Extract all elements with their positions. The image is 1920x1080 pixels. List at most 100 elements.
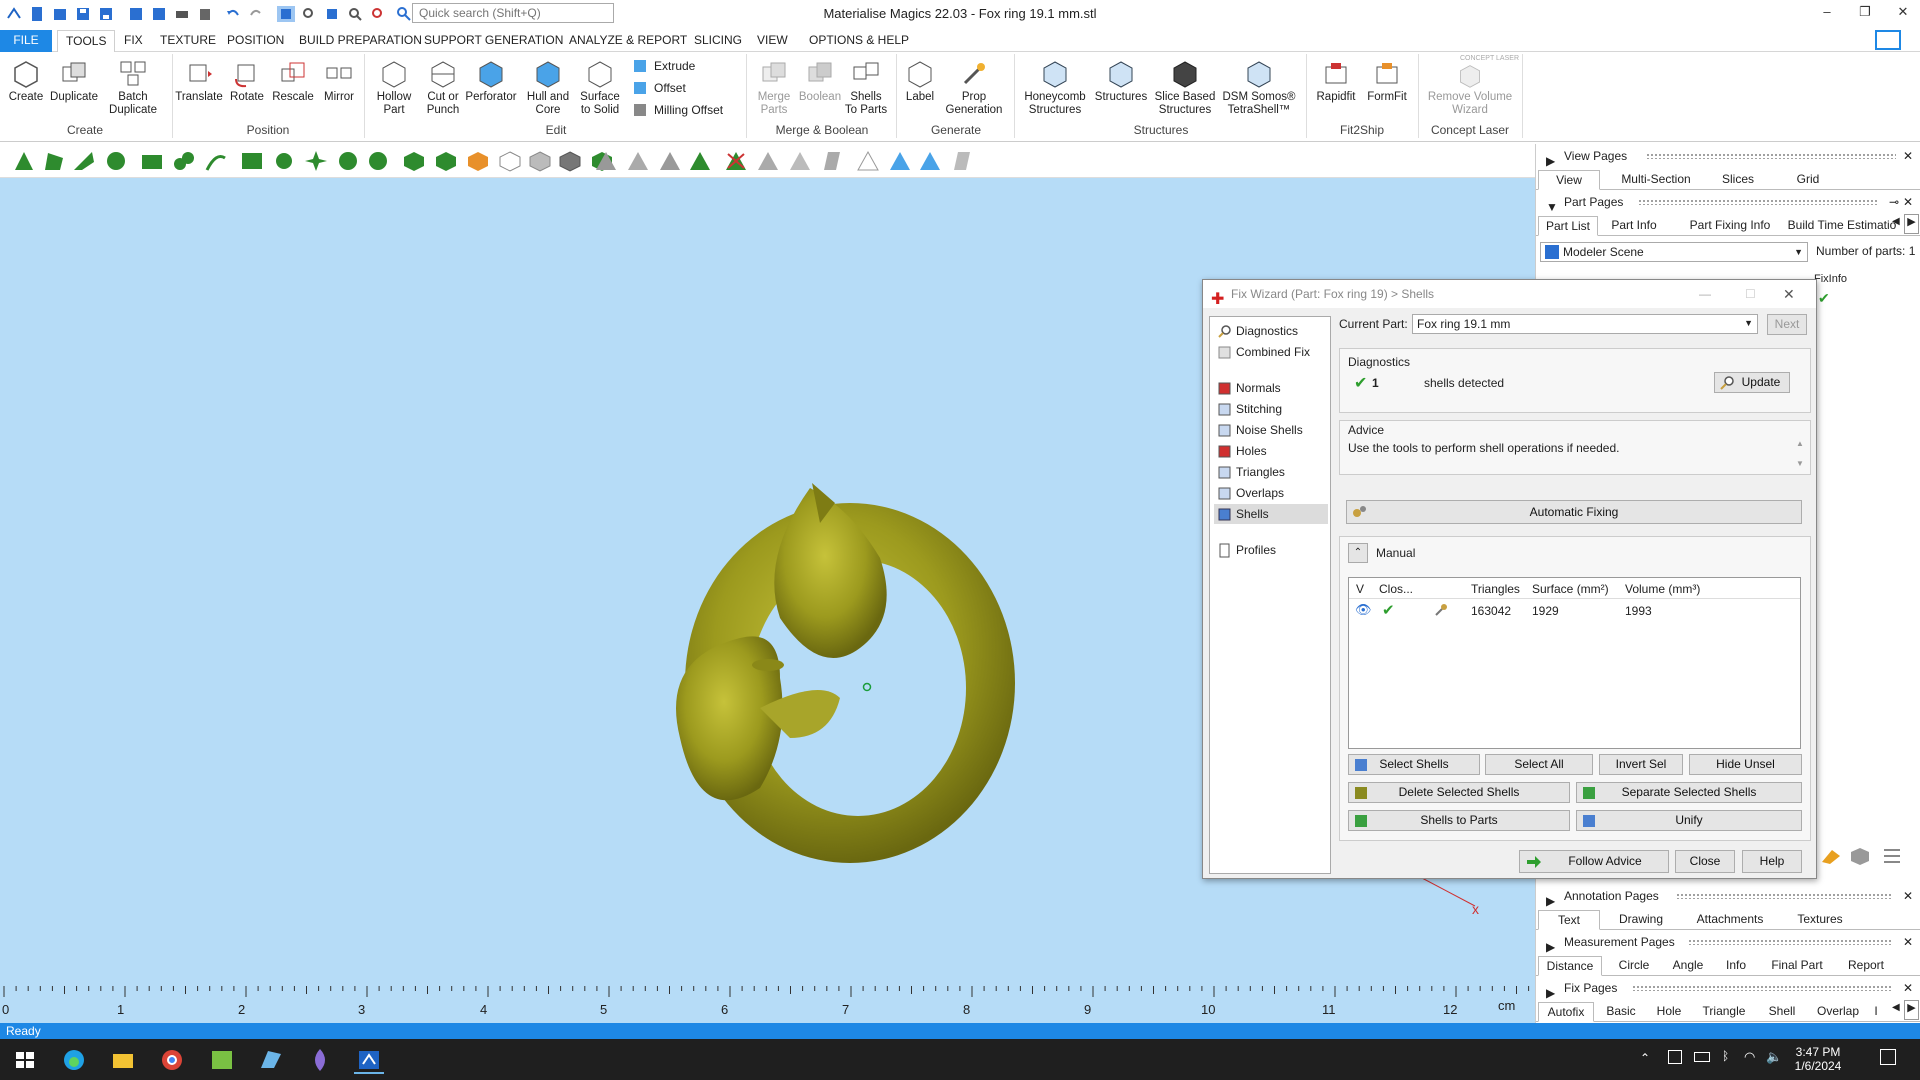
help-button[interactable]: Help: [1742, 850, 1802, 873]
annotation-pages-header[interactable]: ▶ Annotation Pages ✕: [1536, 886, 1920, 908]
parts-icon[interactable]: [1849, 846, 1871, 866]
label-button[interactable]: Label: [900, 56, 940, 104]
tab-scroll-right-icon[interactable]: ▶: [1904, 1000, 1919, 1020]
close-button[interactable]: Close: [1675, 850, 1735, 873]
translate-button[interactable]: Translate: [174, 56, 224, 104]
hide-unsel-button[interactable]: Hide Unsel: [1689, 754, 1802, 775]
mark-ball-icon[interactable]: [366, 150, 390, 172]
tab-scroll-left-icon[interactable]: ◀: [1892, 216, 1900, 227]
tab-shell[interactable]: Shell: [1756, 1002, 1808, 1022]
tab-options-help[interactable]: OPTIONS & HELP: [807, 33, 911, 47]
magics-taskbar-icon[interactable]: [354, 1046, 384, 1074]
separate-selected-shells-button[interactable]: Separate Selected Shells: [1576, 782, 1802, 803]
column-header-closed[interactable]: Clos...: [1379, 582, 1413, 596]
tab-basic[interactable]: Basic: [1596, 1002, 1646, 1022]
select-parts-icon[interactable]: [434, 150, 458, 172]
current-part-select[interactable]: Fox ring 19.1 mm ▼: [1412, 314, 1758, 334]
honeycomb-structures-button[interactable]: Honeycomb Structures: [1020, 56, 1090, 117]
rapidfit-button[interactable]: Rapidfit: [1310, 56, 1362, 104]
slice-based-structures-button[interactable]: Slice Based Structures: [1152, 56, 1218, 117]
mark-surface-icon[interactable]: [72, 150, 96, 172]
tab-tools[interactable]: TOOLS: [57, 30, 116, 53]
windows-start-icon[interactable]: [10, 1046, 40, 1074]
tab-slices[interactable]: Slices: [1708, 170, 1768, 190]
column-header-surface[interactable]: Surface (mm²): [1532, 582, 1609, 596]
tab-textures[interactable]: Textures: [1782, 910, 1858, 930]
mark-triangle-icon[interactable]: [12, 150, 36, 172]
tab-grid[interactable]: Grid: [1768, 170, 1848, 190]
tab-angle[interactable]: Angle: [1662, 956, 1714, 976]
app-flame-icon[interactable]: [305, 1046, 335, 1074]
dialog-close-button[interactable]: ✕: [1783, 280, 1795, 308]
mark-lasso-icon[interactable]: [204, 150, 228, 172]
create-button[interactable]: Create: [6, 56, 46, 104]
tab-fix[interactable]: FIX: [122, 33, 145, 47]
remove-volume-wizard-button[interactable]: Remove Volume Wizard: [1424, 60, 1516, 117]
mark-sphere-icon[interactable]: [336, 150, 360, 172]
rescale-button[interactable]: Rescale: [270, 56, 316, 104]
merge-parts-button[interactable]: Merge Parts: [750, 56, 798, 117]
tab-texture[interactable]: TEXTURE: [158, 33, 218, 47]
dialog-minimize-button[interactable]: —: [1699, 280, 1711, 308]
layout-icon[interactable]: [1875, 30, 1901, 50]
column-header-volume[interactable]: Volume (mm³): [1625, 582, 1700, 596]
perforator-button[interactable]: Perforator: [464, 56, 518, 104]
shells-to-parts-button[interactable]: Shells to Parts: [1348, 810, 1570, 831]
tab-build-time[interactable]: Build Time Estimatio: [1780, 216, 1904, 236]
hull-and-core-button[interactable]: Hull and Core: [522, 56, 574, 117]
delete-selected-shells-button[interactable]: Delete Selected Shells: [1348, 782, 1570, 803]
volume-icon[interactable]: 🔈: [1766, 1049, 1782, 1065]
mark-window-icon[interactable]: [140, 150, 164, 172]
shells-to-parts-ribbon-button[interactable]: Shells To Parts: [842, 56, 890, 117]
mark-overlaps-icon[interactable]: [788, 150, 812, 172]
measurement-pages-header[interactable]: ▶ Measurement Pages ✕: [1536, 932, 1920, 954]
nav-combined-fix[interactable]: Combined Fix: [1214, 342, 1328, 362]
next-button[interactable]: Next: [1767, 314, 1807, 335]
prop-generation-button[interactable]: Prop Generation: [944, 56, 1004, 117]
milling-offset-button[interactable]: Milling Offset: [632, 102, 723, 118]
mark-all-triangles-icon[interactable]: [688, 150, 712, 172]
column-header-v[interactable]: V: [1356, 582, 1364, 596]
clock[interactable]: 3:47 PM 1/6/2024: [1788, 1045, 1848, 1073]
tab-circle[interactable]: Circle: [1606, 956, 1662, 976]
fix-pages-header[interactable]: ▶ Fix Pages ✕: [1536, 978, 1920, 1000]
invert-sel-button[interactable]: Invert Sel: [1599, 754, 1683, 775]
tab-slicing[interactable]: SLICING: [692, 33, 744, 47]
tab-autofix[interactable]: Autofix: [1538, 1002, 1594, 1022]
select-part-icon[interactable]: [402, 150, 426, 172]
tab-drawing[interactable]: Drawing: [1606, 910, 1676, 930]
extend-marking-icon[interactable]: [594, 150, 618, 172]
nav-noise-shells[interactable]: Noise Shells: [1214, 420, 1328, 440]
shrink-marking-icon[interactable]: [626, 150, 650, 172]
select-color-icon[interactable]: [466, 150, 490, 172]
eye-icon[interactable]: 👁: [1355, 602, 1372, 618]
mark-star-icon[interactable]: [304, 150, 328, 172]
close-window-button[interactable]: ✕: [1893, 4, 1913, 20]
tab-hole[interactable]: Hole: [1646, 1002, 1692, 1022]
tab-triangle[interactable]: Triangle: [1692, 1002, 1756, 1022]
unify-button[interactable]: Unify: [1576, 810, 1802, 831]
nav-holes[interactable]: Holes: [1214, 441, 1328, 461]
select-all-button[interactable]: Select All: [1485, 754, 1593, 775]
nav-shells[interactable]: Shells: [1214, 504, 1328, 524]
batch-duplicate-button[interactable]: Batch Duplicate: [104, 56, 162, 117]
wrench-icon[interactable]: [1433, 602, 1449, 621]
tab-scroll-right-icon[interactable]: ▶: [1904, 214, 1919, 234]
scroll-down-icon[interactable]: ▼: [1796, 459, 1804, 468]
tab-overlap[interactable]: Overlap: [1808, 1002, 1868, 1022]
close-icon[interactable]: ✕: [1903, 932, 1913, 952]
nav-normals[interactable]: Normals: [1214, 378, 1328, 398]
view-pages-header[interactable]: ▶ View Pages ✕: [1536, 146, 1920, 168]
battery-icon[interactable]: [1694, 1052, 1710, 1062]
tab-analyze-report[interactable]: ANALYZE & REPORT: [567, 33, 689, 47]
mirror-button[interactable]: Mirror: [318, 56, 360, 104]
scroll-up-icon[interactable]: ▲: [1796, 439, 1804, 448]
close-icon[interactable]: ✕: [1903, 192, 1913, 212]
extrude-button[interactable]: Extrude: [632, 58, 695, 74]
bluetooth-icon[interactable]: ᛒ: [1722, 1049, 1729, 1063]
pin-icon[interactable]: ⊸: [1889, 192, 1899, 212]
part-pages-header[interactable]: ▼ Part Pages ⊸ ✕: [1536, 192, 1920, 214]
tab-multi-section[interactable]: Multi-Section: [1606, 170, 1706, 190]
mark-bad-edges-icon[interactable]: [856, 150, 880, 172]
tab-part-list[interactable]: Part List: [1538, 216, 1598, 236]
